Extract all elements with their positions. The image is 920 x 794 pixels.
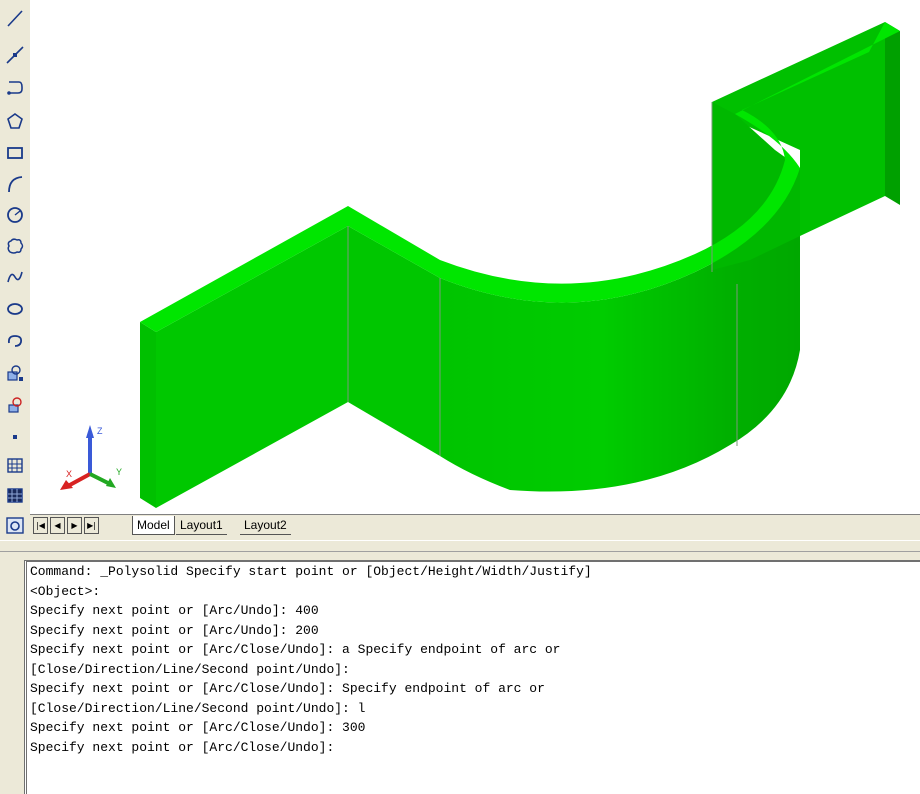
layout-tab-bar: |◀ ◀ ▶ ▶| Model Layout1 Layout2	[30, 514, 920, 541]
ellipse-icon[interactable]	[4, 298, 26, 320]
command-splitter[interactable]	[0, 540, 920, 552]
rectangle-icon[interactable]	[4, 142, 26, 164]
command-line: Specify next point or [Arc/Undo]: 400	[30, 603, 319, 618]
right-wall-side	[885, 22, 900, 205]
ucs-z-label: Z	[97, 426, 103, 436]
last-icon: ▶|	[87, 521, 96, 530]
hatch-icon[interactable]	[4, 454, 26, 476]
revision-cloud-icon[interactable]	[4, 235, 26, 257]
tab-model[interactable]: Model	[132, 516, 175, 535]
first-tab-button[interactable]: |◀	[33, 517, 48, 534]
draw-toolbar	[0, 0, 30, 540]
command-line: [Close/Direction/Line/Second point/Undo]…	[30, 700, 366, 716]
ucs-icon: Z Y X	[56, 420, 128, 495]
command-line: Command: _Polysolid Specify start point …	[30, 564, 592, 579]
command-line: [Close/Direction/Line/Second point/Undo]…	[30, 661, 350, 677]
spline-icon[interactable]	[4, 266, 26, 288]
next-tab-button[interactable]: ▶	[67, 517, 82, 534]
model-viewport[interactable]: Z Y X	[30, 0, 920, 514]
left-wall-edge	[140, 322, 156, 508]
arc-icon[interactable]	[4, 173, 26, 195]
gradient-icon[interactable]	[4, 484, 26, 506]
command-line: <Object>:	[30, 583, 101, 599]
insert-block-icon[interactable]	[4, 362, 26, 384]
command-history[interactable]: Command: _Polysolid Specify start point …	[24, 560, 920, 794]
prev-icon: ◀	[54, 521, 61, 530]
ucs-x-label: X	[66, 469, 72, 479]
polysolid-wall	[140, 22, 900, 508]
line-icon[interactable]	[4, 7, 26, 29]
region-icon[interactable]	[4, 514, 26, 536]
ellipse-arc-icon[interactable]	[4, 330, 26, 352]
make-block-icon[interactable]	[4, 394, 26, 416]
first-icon: |◀	[36, 521, 45, 530]
construction-line-icon[interactable]	[4, 44, 26, 66]
command-line: Specify next point or [Arc/Close/Undo]:	[30, 739, 335, 755]
prev-tab-button[interactable]: ◀	[50, 517, 65, 534]
circle-icon[interactable]	[4, 204, 26, 226]
tab-layout2[interactable]: Layout2	[240, 516, 291, 535]
command-line: Specify next point or [Arc/Close/Undo]: …	[30, 720, 366, 735]
polygon-icon[interactable]	[4, 110, 26, 132]
command-line: Specify next point or [Arc/Close/Undo]: …	[30, 642, 561, 657]
ucs-y-label: Y	[116, 467, 122, 477]
command-line: Specify next point or [Arc/Close/Undo]: …	[30, 681, 545, 696]
command-window: Command: _Polysolid Specify start point …	[0, 552, 920, 794]
last-tab-button[interactable]: ▶|	[84, 517, 99, 534]
next-icon: ▶	[71, 521, 78, 530]
polyline-icon[interactable]	[4, 77, 26, 99]
tab-layout1[interactable]: Layout1	[176, 516, 227, 535]
command-line: Specify next point or [Arc/Undo]: 200	[30, 622, 319, 638]
point-icon[interactable]	[4, 426, 26, 448]
